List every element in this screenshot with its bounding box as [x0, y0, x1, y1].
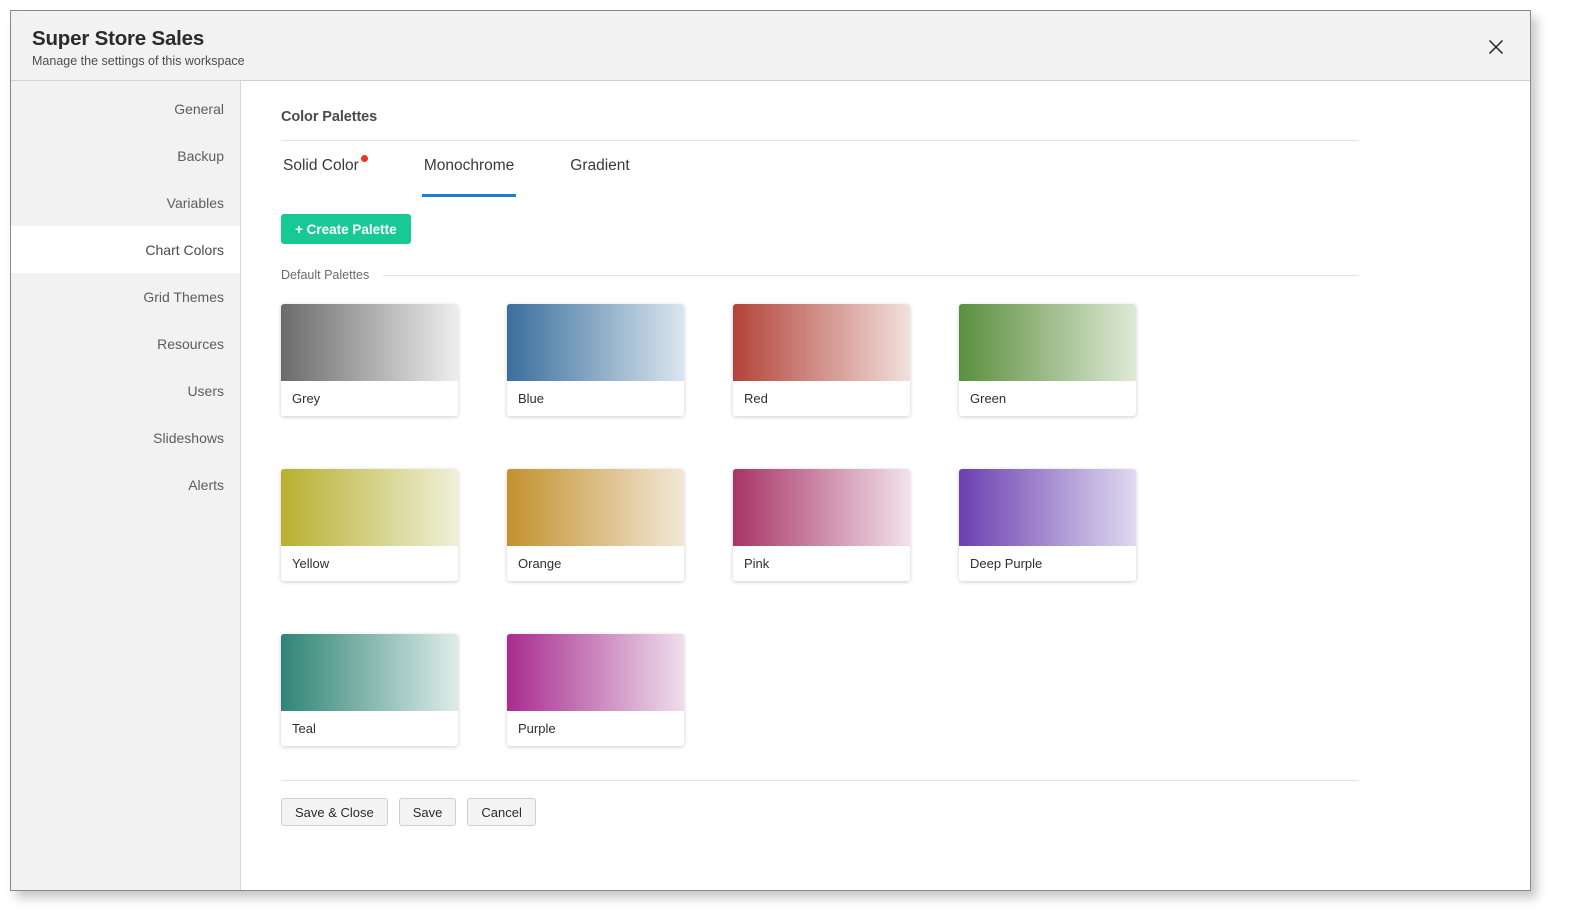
tab-badge-dot-icon [361, 155, 368, 162]
palette-name: Orange [507, 546, 684, 581]
tab-label: Gradient [570, 157, 629, 174]
sidebar-item-label: General [174, 101, 224, 117]
sidebar-item-variables[interactable]: Variables [11, 179, 240, 226]
palette-card[interactable]: Teal [281, 634, 458, 746]
sidebar-item-label: Slideshows [153, 430, 224, 446]
dialog-body: General Backup Variables Chart Colors Grid T… [11, 81, 1530, 890]
palette-card[interactable]: Pink [733, 469, 910, 581]
section-divider [281, 140, 1359, 141]
palette-name: Green [959, 381, 1136, 416]
palette-swatch [281, 304, 458, 381]
settings-dialog: Super Store Sales Manage the settings of… [10, 10, 1531, 891]
palette-swatch [733, 469, 910, 546]
palette-card[interactable]: Grey [281, 304, 458, 416]
sidebar-item-label: Grid Themes [143, 289, 224, 305]
default-palettes-divider [383, 275, 1359, 276]
sidebar: General Backup Variables Chart Colors Grid T… [11, 81, 241, 890]
palette-swatch [281, 634, 458, 711]
sidebar-item-resources[interactable]: Resources [11, 320, 240, 367]
palette-name: Teal [281, 711, 458, 746]
palette-swatch [507, 469, 684, 546]
palette-card[interactable]: Red [733, 304, 910, 416]
dialog-header: Super Store Sales Manage the settings of… [11, 11, 1530, 81]
save-button[interactable]: Save [399, 798, 457, 826]
create-palette-button[interactable]: + Create Palette [281, 214, 411, 244]
palette-swatch [959, 304, 1136, 381]
palette-card[interactable]: Orange [507, 469, 684, 581]
sidebar-item-grid-themes[interactable]: Grid Themes [11, 273, 240, 320]
palette-swatch [281, 469, 458, 546]
sidebar-item-backup[interactable]: Backup [11, 132, 240, 179]
palette-card[interactable]: Green [959, 304, 1136, 416]
palette-grid: Grey Blue Red Green Yellow Orange Pink Deep Pur… [281, 304, 1181, 746]
palette-name: Blue [507, 381, 684, 416]
palette-card[interactable]: Blue [507, 304, 684, 416]
palette-name: Pink [733, 546, 910, 581]
sidebar-item-label: Resources [157, 336, 224, 352]
palette-name: Grey [281, 381, 458, 416]
sidebar-item-label: Users [187, 383, 224, 399]
sidebar-item-label: Backup [177, 148, 224, 164]
close-icon[interactable] [1480, 31, 1512, 63]
footer-actions: Save & Close Save Cancel [281, 798, 1530, 826]
palette-card[interactable]: Purple [507, 634, 684, 746]
tab-monochrome[interactable]: Monochrome [422, 157, 516, 197]
save-close-button[interactable]: Save & Close [281, 798, 388, 826]
header-titles: Super Store Sales Manage the settings of… [32, 27, 245, 70]
palette-name: Yellow [281, 546, 458, 581]
default-palettes-header: Default Palettes [281, 268, 1359, 282]
palette-swatch [733, 304, 910, 381]
palette-swatch [959, 469, 1136, 546]
main-panel: Color Palettes Solid Color Monochrome Grad… [241, 81, 1530, 890]
palette-name: Purple [507, 711, 684, 746]
sidebar-item-label: Chart Colors [145, 242, 224, 258]
palette-swatch [507, 634, 684, 711]
sidebar-item-chart-colors[interactable]: Chart Colors [11, 226, 240, 273]
palette-name: Deep Purple [959, 546, 1136, 581]
palette-card[interactable]: Deep Purple [959, 469, 1136, 581]
page-title: Super Store Sales [32, 27, 245, 51]
sidebar-item-label: Variables [167, 195, 224, 211]
sidebar-item-general[interactable]: General [11, 85, 240, 132]
tab-label: Monochrome [424, 157, 514, 174]
tab-bar: Solid Color Monochrome Gradient [281, 157, 1530, 197]
sidebar-item-label: Alerts [188, 477, 224, 493]
footer-divider [281, 780, 1359, 781]
tab-solid-color[interactable]: Solid Color [281, 157, 370, 197]
sidebar-item-users[interactable]: Users [11, 367, 240, 414]
sidebar-item-alerts[interactable]: Alerts [11, 461, 240, 508]
cancel-button[interactable]: Cancel [467, 798, 535, 826]
tab-label: Solid Color [283, 157, 359, 174]
palette-swatch [507, 304, 684, 381]
page-subtitle: Manage the settings of this workspace [32, 52, 245, 70]
palette-name: Red [733, 381, 910, 416]
default-palettes-label: Default Palettes [281, 268, 369, 282]
palette-card[interactable]: Yellow [281, 469, 458, 581]
section-title: Color Palettes [281, 109, 1530, 125]
sidebar-item-slideshows[interactable]: Slideshows [11, 414, 240, 461]
tab-gradient[interactable]: Gradient [568, 157, 631, 197]
